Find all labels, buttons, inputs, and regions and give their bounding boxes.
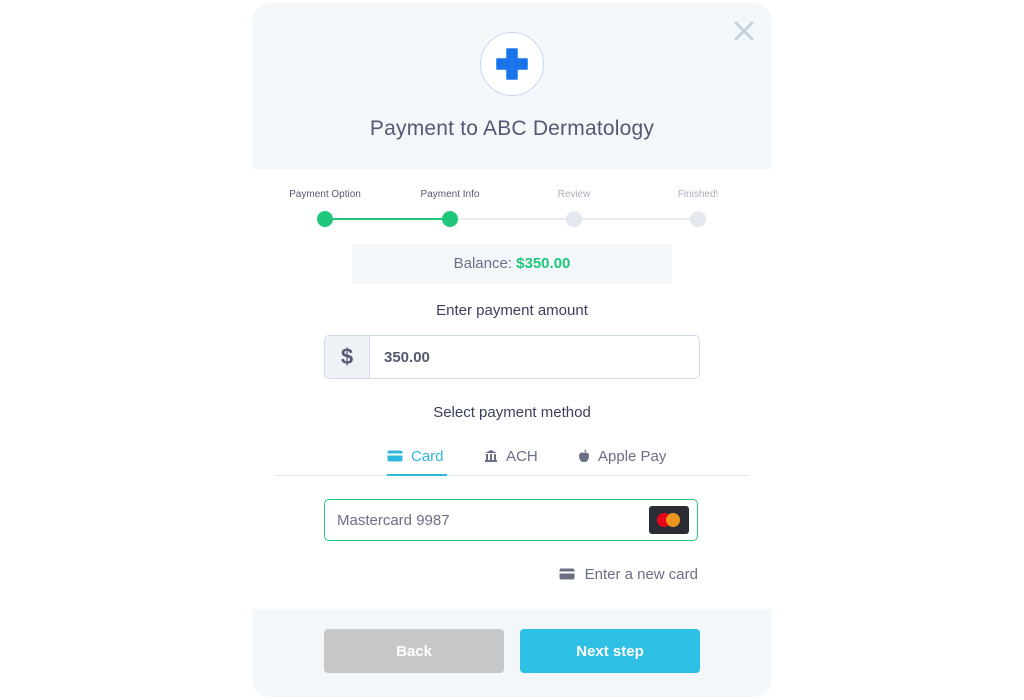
tab-ach-label: ACH [506, 447, 538, 465]
enter-new-card-link[interactable]: Enter a new card [559, 564, 698, 584]
step-dot-finished [690, 211, 706, 227]
method-heading: Select payment method [433, 404, 591, 421]
saved-card-option[interactable]: Mastercard 9987 [324, 499, 698, 541]
amount-heading: Enter payment amount [436, 302, 588, 319]
step-connector [450, 218, 574, 220]
new-card-label: Enter a new card [584, 565, 698, 583]
card-icon [387, 450, 403, 462]
next-step-button[interactable]: Next step [520, 629, 700, 673]
balance-amount: $350.00 [516, 255, 571, 272]
balance-label: Balance: [453, 255, 512, 272]
bank-icon [484, 449, 498, 463]
modal-title: Payment to ABC Dermatology [369, 117, 655, 140]
modal-footer: Back Next step [252, 609, 772, 697]
card-icon [559, 568, 575, 580]
step-label-payment-info: Payment Info [420, 189, 480, 200]
amount-input-group: $ [324, 335, 700, 379]
payment-amount-input[interactable] [370, 336, 699, 378]
step-label-review: Review [557, 189, 591, 200]
tab-card[interactable]: Card [387, 437, 447, 476]
back-button[interactable]: Back [324, 629, 504, 673]
close-icon [734, 21, 754, 41]
saved-card-label: Mastercard 9987 [337, 511, 450, 529]
step-connector [325, 218, 450, 220]
payment-modal: Payment to ABC Dermatology Payment Optio… [252, 3, 772, 697]
tab-apple-pay[interactable]: Apple Pay [578, 437, 666, 475]
step-dot-payment-option [317, 211, 333, 227]
step-label-payment-option: Payment Option [289, 189, 361, 200]
tab-apple-pay-label: Apple Pay [598, 447, 667, 465]
mastercard-icon [649, 506, 689, 534]
step-dot-review [566, 211, 582, 227]
tab-card-label: Card [411, 447, 444, 465]
step-dot-payment-info [442, 211, 458, 227]
medical-cross-icon [496, 48, 528, 80]
modal-header: Payment to ABC Dermatology [252, 3, 772, 169]
balance-display: Balance: $350.00 [352, 244, 672, 284]
clinic-logo [480, 32, 544, 96]
progress-stepper: Payment Option Payment Info Review Finis… [252, 183, 772, 233]
tab-ach[interactable]: ACH [484, 437, 538, 475]
step-connector [574, 218, 698, 220]
apple-icon [578, 449, 590, 463]
payment-method-tabs: Card ACH Apple Pay [276, 437, 748, 476]
currency-prefix: $ [325, 336, 370, 378]
close-button[interactable] [732, 19, 756, 43]
step-label-finished: Finished! [677, 189, 719, 200]
